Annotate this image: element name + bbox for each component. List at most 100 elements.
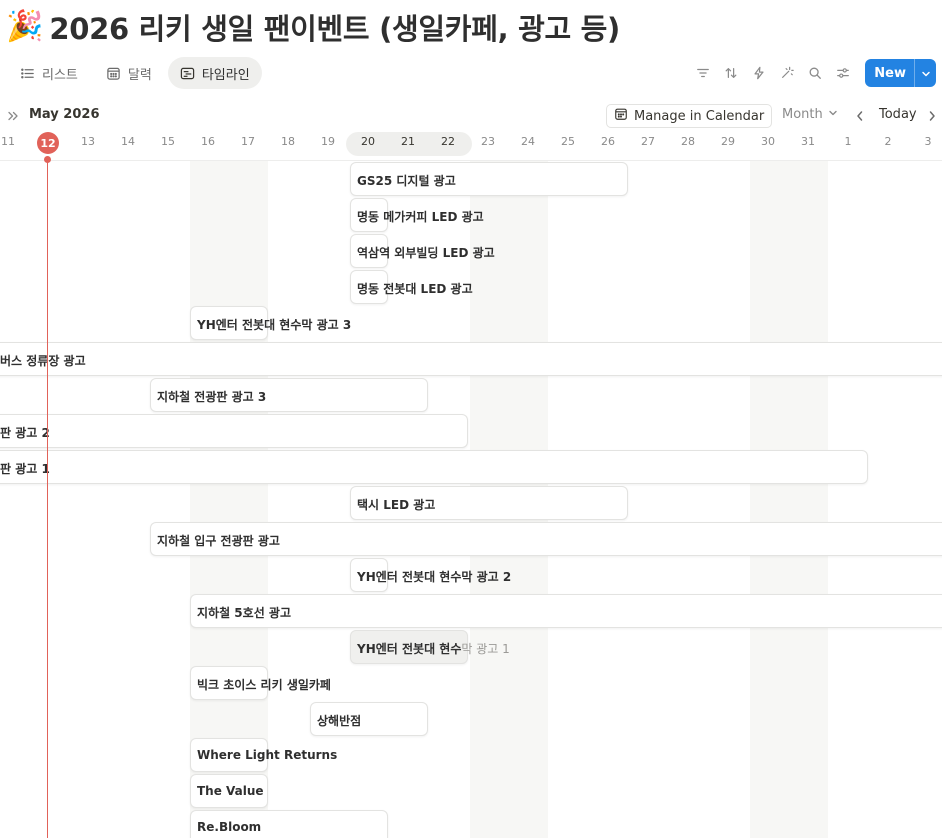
day-label: 31 [801, 135, 815, 148]
database-toolbar: New [689, 59, 936, 87]
search-icon[interactable] [801, 59, 829, 87]
lightning-icon[interactable] [745, 59, 773, 87]
day-label: 25 [561, 135, 575, 148]
event-title: The Value [197, 784, 264, 798]
event-title: YH엔터 전봇대 현수막 광고 3 [197, 318, 352, 332]
page-header: 🎉 2026 리키 생일 팬이벤트 (생일카페, 광고 등) [6, 6, 620, 48]
event-title: GS25 디지털 광고 [357, 174, 456, 188]
timeline-scale-select[interactable]: Month [782, 107, 838, 122]
sparkle-icon[interactable] [773, 59, 801, 87]
event-title: 판 광고 1 [0, 462, 50, 476]
calendar-icon [106, 66, 121, 81]
day-label: 28 [681, 135, 695, 148]
timeline-event[interactable]: YH엔터 전봇대 현수막 광고 2 [350, 558, 511, 592]
new-dropdown-button[interactable] [914, 59, 936, 87]
event-title: Where Light Returns [197, 748, 338, 762]
day-label: 16 [201, 135, 215, 148]
timeline-event[interactable]: 명동 전봇대 LED 광고 [350, 270, 473, 304]
chevron-down-icon [921, 64, 931, 83]
event-title: 지하철 전광판 광고 3 [157, 390, 267, 404]
today-dot [44, 156, 51, 163]
timeline-event[interactable]: 택시 LED 광고 [350, 486, 628, 520]
day-label: 11 [1, 135, 15, 148]
timeline-event[interactable]: 판 광고 1 [0, 450, 868, 484]
tab-list[interactable]: 리스트 [8, 57, 90, 89]
event-title: 택시 LED 광고 [357, 498, 436, 512]
timeline-event[interactable]: The Value [190, 774, 268, 808]
day-label: 1 [844, 135, 852, 148]
filter-icon[interactable] [689, 59, 717, 87]
day-label: 13 [81, 135, 95, 148]
timeline-event[interactable]: YH엔터 전봇대 현수막 광고 1 [350, 630, 510, 664]
event-title-visible: YH엔터 전봇대 현수 [357, 642, 462, 656]
scale-label: Month [782, 107, 823, 122]
day-label: 29 [721, 135, 735, 148]
party-popper-icon: 🎉 [6, 9, 44, 44]
day-label: 2 [884, 135, 892, 148]
timeline-event[interactable]: 빅크 초이스 리키 생일카페 [190, 666, 331, 700]
tab-label: 타임라인 [201, 67, 250, 83]
event-title: 버스 정류장 광고 [0, 354, 86, 368]
page-title[interactable]: 2026 리키 생일 팬이벤트 (생일카페, 광고 등) [49, 6, 620, 48]
new-button[interactable]: New [865, 59, 914, 87]
manage-label: Manage in Calendar [634, 108, 765, 124]
event-title: 판 광고 2 [0, 426, 50, 440]
timeline-event[interactable]: GS25 디지털 광고 [350, 162, 628, 196]
view-tabs: 리스트 달력 타임라인 [8, 57, 262, 89]
timeline-event[interactable]: 명동 메가커피 LED 광고 [350, 198, 484, 232]
timeline-event[interactable]: 판 광고 2 [0, 414, 468, 448]
chevron-right-icon[interactable] [924, 107, 940, 125]
double-chevron-right-icon[interactable] [4, 107, 22, 125]
today-marker: 12 [37, 132, 59, 154]
event-title: 역삼역 외부빌딩 LED 광고 [357, 246, 495, 260]
day-label: 19 [321, 135, 335, 148]
timeline-header: May 2026 Manage in Calendar Month Today [0, 103, 942, 129]
day-header: 11 13 14 15 16 17 18 19 20 21 22 23 24 25 26 27 28 29 30 31… [0, 132, 942, 156]
event-title: Re.Bloom [197, 820, 262, 834]
event-title: 명동 전봇대 LED 광고 [357, 282, 473, 296]
event-title: 지하철 5호선 광고 [197, 606, 291, 620]
day-label: 3 [924, 135, 932, 148]
tab-calendar[interactable]: 달력 [94, 57, 164, 89]
today-line [47, 157, 48, 838]
tab-timeline[interactable]: 타임라인 [167, 57, 262, 89]
chevron-left-icon[interactable] [852, 107, 868, 125]
timeline-event[interactable]: 지하철 전광판 광고 3 [150, 378, 428, 412]
event-title: 명동 메가커피 LED 광고 [357, 210, 484, 224]
timeline-event[interactable]: 역삼역 외부빌딩 LED 광고 [350, 234, 495, 268]
day-label: 26 [601, 135, 615, 148]
timeline-event[interactable]: 지하철 입구 전광판 광고 [150, 522, 942, 556]
day-label: 15 [161, 135, 175, 148]
weekend-column [750, 161, 828, 838]
timeline-event[interactable]: 상해반점 [310, 702, 428, 736]
settings-sliders-icon[interactable] [829, 59, 857, 87]
timeline-grid: GS25 디지털 광고명동 메가커피 LED 광고역삼역 외부빌딩 LED 광고… [0, 161, 942, 838]
timeline-event[interactable]: YH엔터 전봇대 현수막 광고 3 [190, 306, 351, 340]
manage-in-calendar-button[interactable]: Manage in Calendar [606, 104, 773, 128]
day-label: 17 [241, 135, 255, 148]
day-label: 21 [401, 135, 415, 148]
day-label: 24 [521, 135, 535, 148]
calendar-icon [614, 107, 628, 125]
timeline-event[interactable]: 지하철 5호선 광고 [190, 594, 942, 628]
weekend-column [190, 161, 268, 838]
new-button-group: New [865, 59, 936, 87]
timeline-event[interactable]: 버스 정류장 광고 [0, 342, 942, 376]
timeline-event[interactable]: Where Light Returns [190, 738, 337, 772]
event-title: 빅크 초이스 리키 생일카페 [197, 678, 331, 692]
tab-label: 달력 [127, 67, 152, 83]
timeline-icon [180, 66, 195, 81]
day-label: 14 [121, 135, 135, 148]
chevron-down-icon [828, 107, 838, 122]
event-title: YH엔터 전봇대 현수막 광고 1 [357, 640, 510, 657]
event-title: 지하철 입구 전광판 광고 [157, 534, 280, 548]
day-label: 20 [361, 135, 375, 148]
event-title: YH엔터 전봇대 현수막 광고 2 [357, 570, 512, 584]
list-icon [20, 66, 35, 81]
timeline-event[interactable]: Re.Bloom [190, 810, 388, 838]
today-button[interactable]: Today [879, 107, 917, 122]
day-label: 23 [481, 135, 495, 148]
timeline-month-label: May 2026 [29, 107, 100, 122]
sort-icon[interactable] [717, 59, 745, 87]
event-title: 상해반점 [317, 714, 362, 728]
